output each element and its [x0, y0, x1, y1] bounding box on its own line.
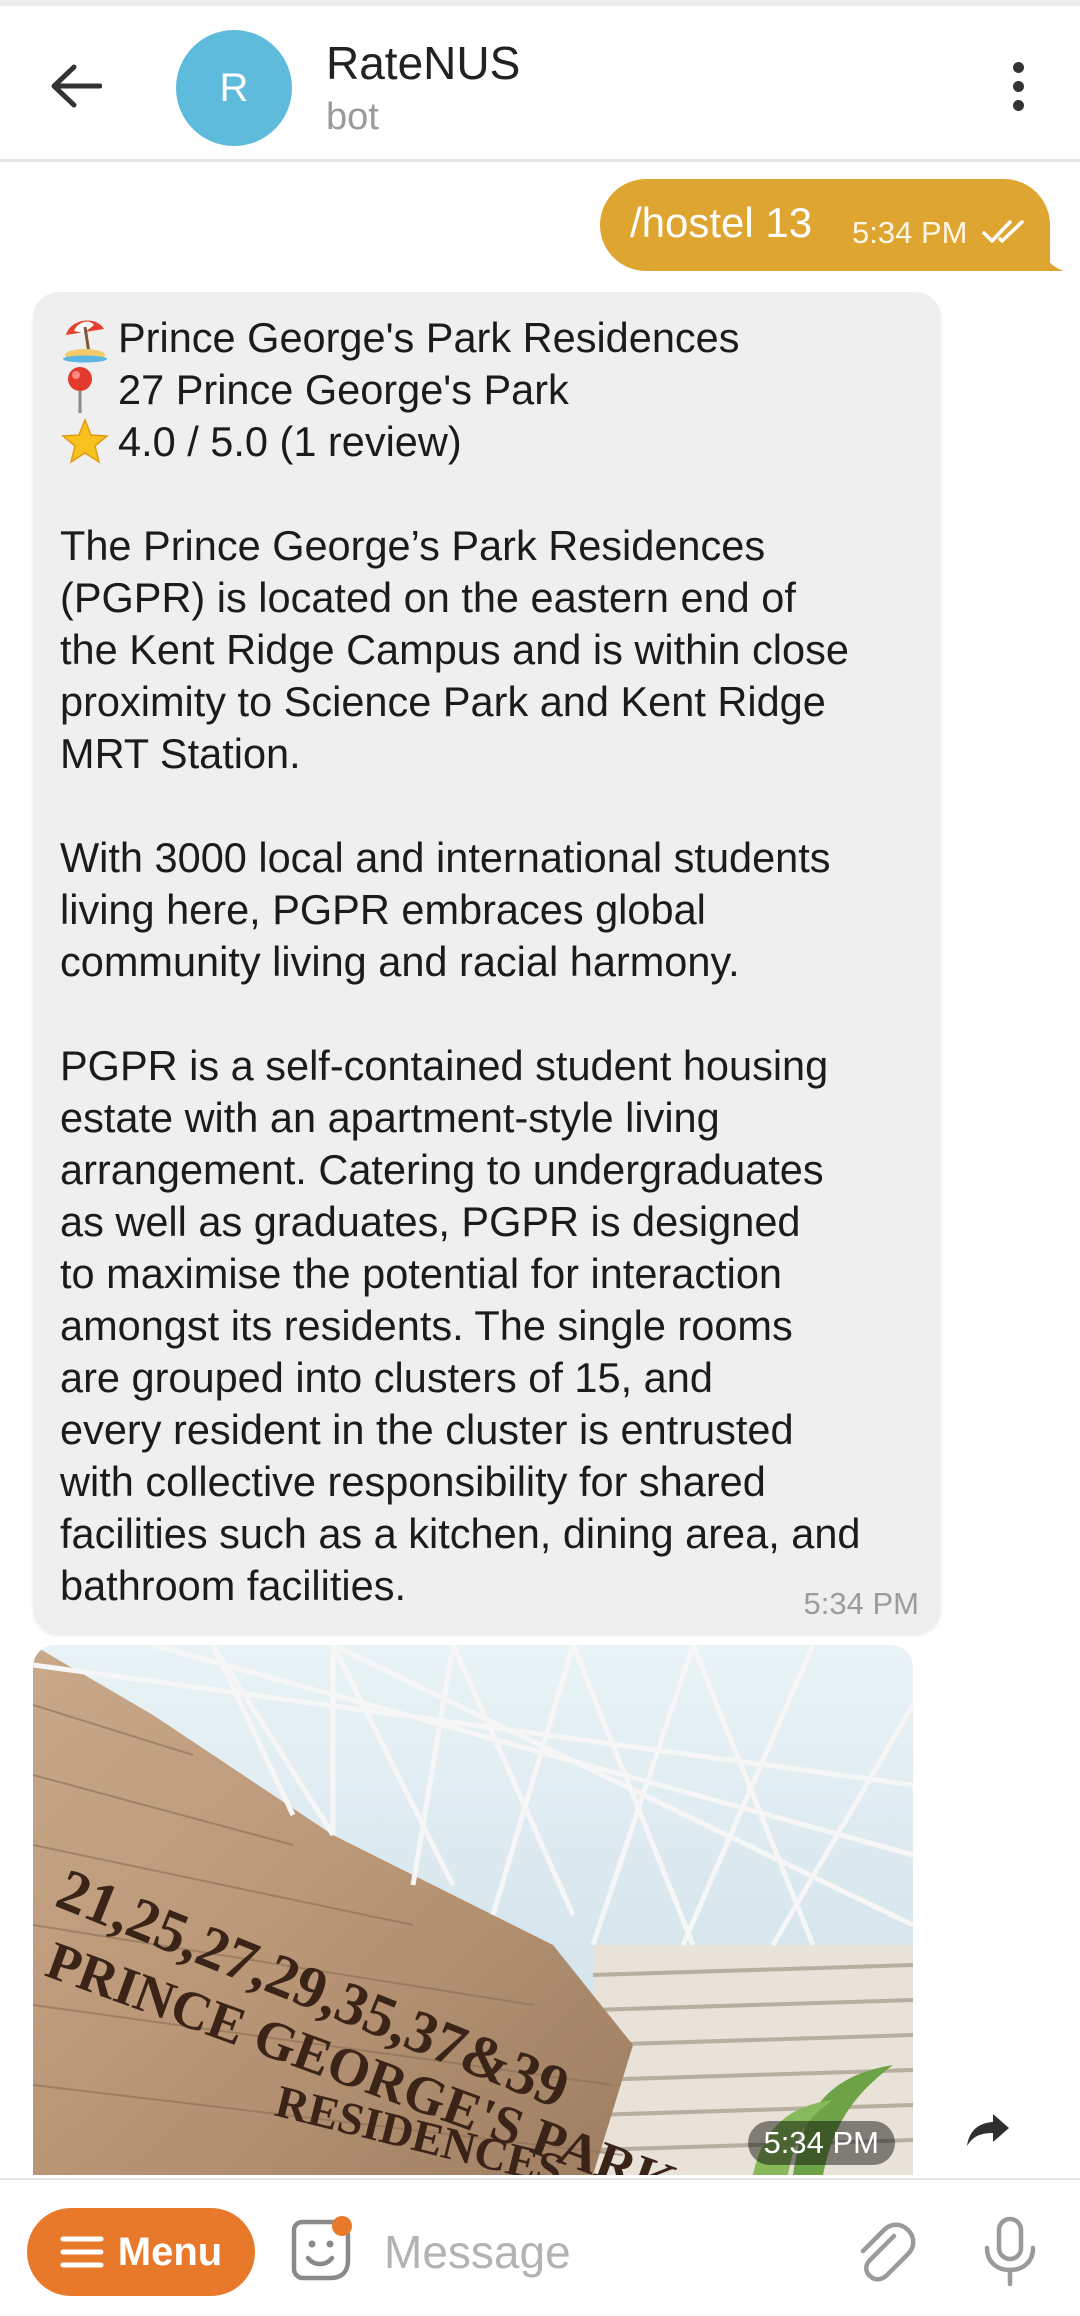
description-paragraph-3: PGPR is a self-contained student housing… [60, 1042, 861, 1609]
message-input[interactable] [382, 2210, 822, 2294]
photo-message[interactable]: 21,25,27,29,35,37&39 PRINCE GEORGE'S PAR… [33, 1645, 913, 2175]
outgoing-message-time: 5:34 PM [852, 215, 968, 250]
share-arrow-icon [967, 2114, 1009, 2146]
back-button[interactable] [40, 50, 112, 122]
microphone-button[interactable] [978, 2216, 1042, 2288]
chat-title[interactable]: RateNUS [326, 36, 520, 90]
arrow-left-icon [51, 64, 102, 108]
hamburger-icon [60, 2236, 104, 2268]
address: 27 Prince George's Park [118, 366, 569, 413]
outgoing-message-text: /hostel 13 [630, 199, 813, 246]
share-button[interactable] [958, 2100, 1018, 2160]
sticker-button[interactable] [286, 2216, 354, 2284]
rating: 4.0 / 5.0 (1 review) [118, 418, 462, 465]
incoming-message[interactable]: Prince George's Park Residences 27 Princ… [33, 292, 941, 1634]
avatar-letter: R [219, 65, 249, 110]
menu-button[interactable]: Menu [27, 2208, 255, 2296]
photo-time: 5:34 PM [747, 2121, 895, 2165]
sticker-icon [291, 2216, 352, 2281]
outgoing-message[interactable]: /hostel 13 5:34 PM [600, 179, 1050, 271]
incoming-message-time: 5:34 PM [803, 1586, 919, 1621]
menu-button-label: Menu [117, 2229, 223, 2274]
double-check-icon [982, 220, 1024, 243]
round-pushpin-emoji [60, 364, 118, 416]
incoming-message-body: Prince George's Park Residences 27 Princ… [60, 312, 930, 1612]
attach-button[interactable] [852, 2220, 916, 2284]
rating-line: 4.0 / 5.0 (1 review) [60, 416, 930, 468]
chat-header: R RateNUS bot [0, 0, 1080, 162]
more-vertical-icon [1012, 61, 1024, 73]
star-emoji [60, 416, 118, 468]
residence-photo: 21,25,27,29,35,37&39 PRINCE GEORGE'S PAR… [33, 1645, 913, 2175]
hostel-name-line: Prince George's Park Residences [60, 312, 930, 364]
beach-umbrella-emoji [60, 312, 118, 364]
avatar[interactable]: R [176, 30, 292, 146]
address-line: 27 Prince George's Park [60, 364, 930, 416]
chat-subtitle: bot [326, 96, 379, 138]
microphone-icon [984, 2216, 1036, 2287]
hostel-name: Prince George's Park Residences [118, 314, 740, 361]
description-paragraph-1: The Prince George’s Park Residences (PGP… [60, 522, 849, 777]
bubble-tail [1040, 245, 1064, 271]
description-paragraph-2: With 3000 local and international studen… [60, 834, 831, 985]
paperclip-icon [860, 2222, 916, 2282]
more-options-button[interactable] [982, 50, 1054, 122]
message-composer: Menu [0, 2178, 1080, 2316]
chat-history[interactable]: /hostel 13 5:34 PM Prince George's Park … [0, 165, 1080, 2175]
